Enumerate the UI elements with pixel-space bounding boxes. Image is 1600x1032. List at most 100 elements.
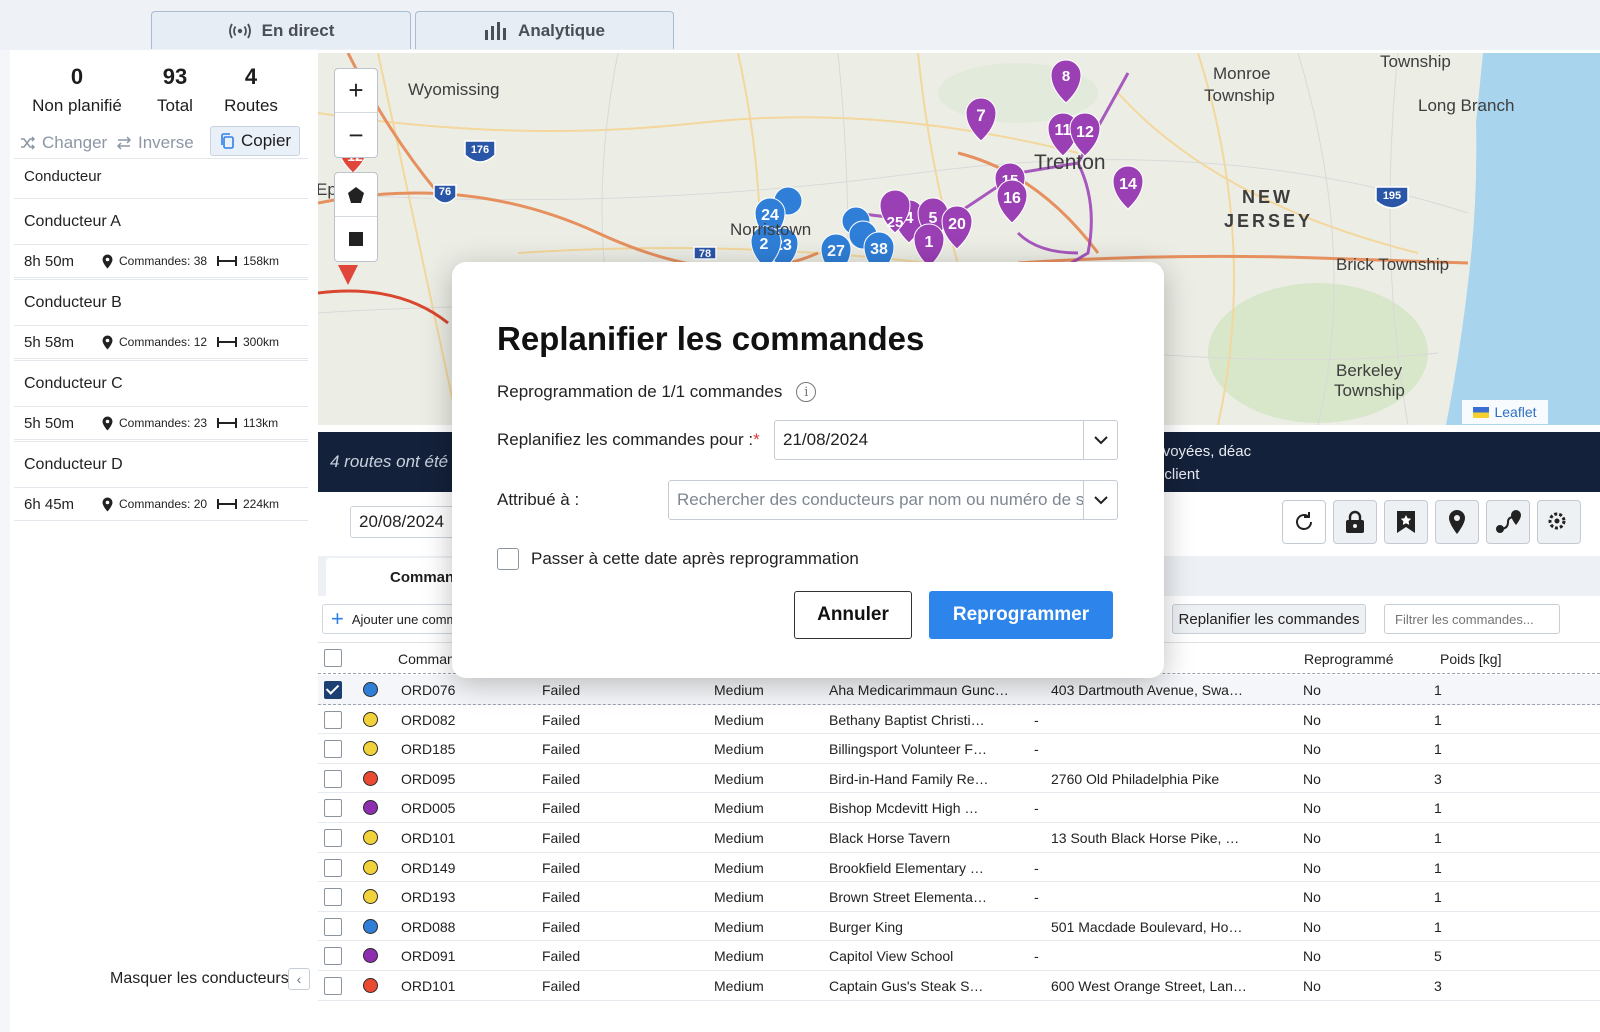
table-row[interactable]: ORD185 Failed Medium Billingsport Volunteer… (318, 734, 1600, 764)
draw-polygon-button[interactable] (335, 173, 377, 217)
order-weight: 1 (1434, 918, 1442, 935)
zoom-control: + − (334, 68, 378, 158)
hide-drivers-label[interactable]: Masquer les conducteurs (110, 970, 289, 988)
copy-button[interactable]: Copier (210, 126, 301, 156)
assign-driver-select[interactable]: Rechercher des conducteurs par nom ou nu… (668, 480, 1118, 520)
polygon-icon (348, 186, 364, 203)
row-checkbox[interactable] (324, 947, 342, 966)
order-rescheduled: No (1303, 711, 1321, 728)
filter-orders-input[interactable] (1384, 604, 1560, 634)
refresh-button[interactable] (1282, 500, 1326, 544)
tab-live[interactable]: En direct (151, 11, 411, 49)
order-status: Failed (542, 918, 581, 935)
select-all-checkbox[interactable] (324, 649, 342, 667)
reschedule-button[interactable]: Reprogrammer (929, 591, 1113, 639)
map-attribution[interactable]: Leaflet (1462, 400, 1548, 424)
driver-name[interactable]: Conducteur D (14, 441, 308, 487)
order-rescheduled: No (1303, 800, 1321, 817)
order-id: ORD091 (401, 948, 456, 965)
table-row[interactable]: ORD091 Failed Medium Capitol View School - No… (318, 941, 1600, 971)
map-label: Berkeley (1336, 361, 1403, 380)
driver-stats: 5h 50m Commandes: 23 113km (14, 406, 308, 440)
driver-name[interactable]: Conducteur A (14, 198, 308, 244)
reverse-button[interactable]: Inverse (116, 128, 194, 158)
location-button[interactable] (1435, 500, 1479, 544)
chevron-down-icon[interactable] (1083, 481, 1117, 519)
column-header-order[interactable]: Comman (398, 651, 455, 667)
bookmark-button[interactable] (1384, 500, 1428, 544)
switch-date-checkbox[interactable] (497, 548, 519, 570)
order-status: Failed (542, 859, 581, 876)
order-customer: Brookfield Elementary … (829, 859, 984, 876)
route-settings-button[interactable] (1537, 500, 1581, 544)
replan-date-select[interactable]: 21/08/2024 (774, 420, 1118, 460)
order-address: - (1034, 711, 1039, 728)
order-status: Failed (542, 770, 581, 787)
order-customer: Captain Gus's Steak S… (829, 978, 984, 994)
table-row[interactable]: ORD149 Failed Medium Brookfield Elementary … (318, 852, 1600, 883)
row-checkbox[interactable] (324, 710, 342, 729)
svg-text:38: 38 (870, 241, 888, 258)
row-checkbox[interactable] (324, 829, 342, 847)
switch-date-option[interactable]: Passer à cette date après reprogrammatio… (497, 548, 859, 570)
zoom-out-button[interactable]: − (335, 113, 377, 157)
collapse-sidebar-button[interactable]: ‹ (288, 968, 310, 990)
change-button[interactable]: Changer (20, 128, 107, 158)
chevron-down-icon[interactable] (1083, 421, 1117, 459)
driver-orders: Commandes: 38 (119, 254, 208, 268)
order-priority: Medium (714, 830, 764, 846)
dialog-title: Replanifier les commandes (497, 320, 925, 357)
order-rescheduled: No (1303, 682, 1321, 698)
row-checkbox[interactable] (324, 917, 342, 936)
map-label: Township (1204, 86, 1275, 105)
svg-text:14: 14 (1119, 176, 1137, 193)
row-checkbox[interactable] (324, 681, 342, 699)
settings-route-icon (1548, 512, 1566, 530)
column-header-rescheduled[interactable]: Reprogrammé (1304, 651, 1393, 667)
zoom-in-button[interactable]: + (335, 69, 377, 113)
driver-orders: Commandes: 12 (119, 335, 208, 349)
row-checkbox[interactable] (324, 888, 342, 907)
tab-analytics-label: Analytique (518, 20, 605, 40)
svg-text:25: 25 (887, 214, 904, 231)
table-row[interactable]: ORD193 Failed Medium Brown Street Elementa…… (318, 882, 1600, 912)
location-pin-icon (1449, 510, 1465, 534)
table-row[interactable]: ORD101 Failed Medium Captain Gus's Steak S…… (318, 971, 1600, 1001)
table-row[interactable]: ORD101 Failed Medium Black Horse Tavern 13 S… (318, 823, 1600, 853)
row-checkbox[interactable] (324, 858, 342, 877)
assign-driver-placeholder: Rechercher des conducteurs par nom ou nu… (677, 490, 1083, 509)
order-priority: Medium (714, 889, 764, 906)
table-row[interactable]: ORD076 Failed Medium Aha Medicarimmaun Gunc… (318, 675, 1600, 705)
row-checkbox[interactable] (324, 769, 342, 788)
map-label: Long Branch (1418, 96, 1514, 115)
copy-icon (221, 133, 234, 149)
route-button[interactable] (1486, 500, 1530, 544)
table-row[interactable]: ORD095 Failed Medium Bird-in-Hand Family Re… (318, 763, 1600, 794)
lock-button[interactable] (1333, 500, 1377, 544)
order-priority: Medium (714, 741, 764, 758)
draw-rectangle-button[interactable] (335, 217, 377, 261)
info-icon[interactable]: i (796, 382, 817, 402)
driver-name[interactable]: Conducteur B (14, 279, 308, 325)
table-row[interactable]: ORD088 Failed Medium Burger King 501 Macdade… (318, 911, 1600, 942)
cancel-button[interactable]: Annuler (794, 591, 912, 639)
lock-icon (1346, 510, 1364, 533)
row-checkbox[interactable] (324, 977, 342, 995)
column-header-weight[interactable]: Poids [kg] (1440, 651, 1501, 667)
table-row[interactable]: ORD082 Failed Medium Bethany Baptist Christ… (318, 704, 1600, 735)
order-priority: Medium (714, 918, 764, 935)
order-id: ORD076 (401, 682, 456, 698)
driver-name[interactable]: Conducteur C (14, 360, 308, 406)
tab-analytics[interactable]: Analytique (415, 11, 674, 49)
driver-distance: 300km (243, 335, 280, 349)
replan-date-value: 21/08/2024 (783, 430, 869, 449)
order-customer: Black Horse Tavern (829, 830, 951, 846)
table-row[interactable]: ORD005 Failed Medium Bishop Mcdevitt High …… (318, 793, 1600, 823)
row-checkbox[interactable] (324, 799, 342, 818)
map-label: Township (1380, 53, 1451, 71)
svg-text:176: 176 (471, 144, 489, 156)
map-label: Monroe (1213, 64, 1271, 83)
replan-orders-button[interactable]: Replanifier les commandes (1172, 604, 1366, 634)
attribution-link[interactable]: Leaflet (1494, 404, 1536, 420)
row-checkbox[interactable] (324, 740, 342, 759)
